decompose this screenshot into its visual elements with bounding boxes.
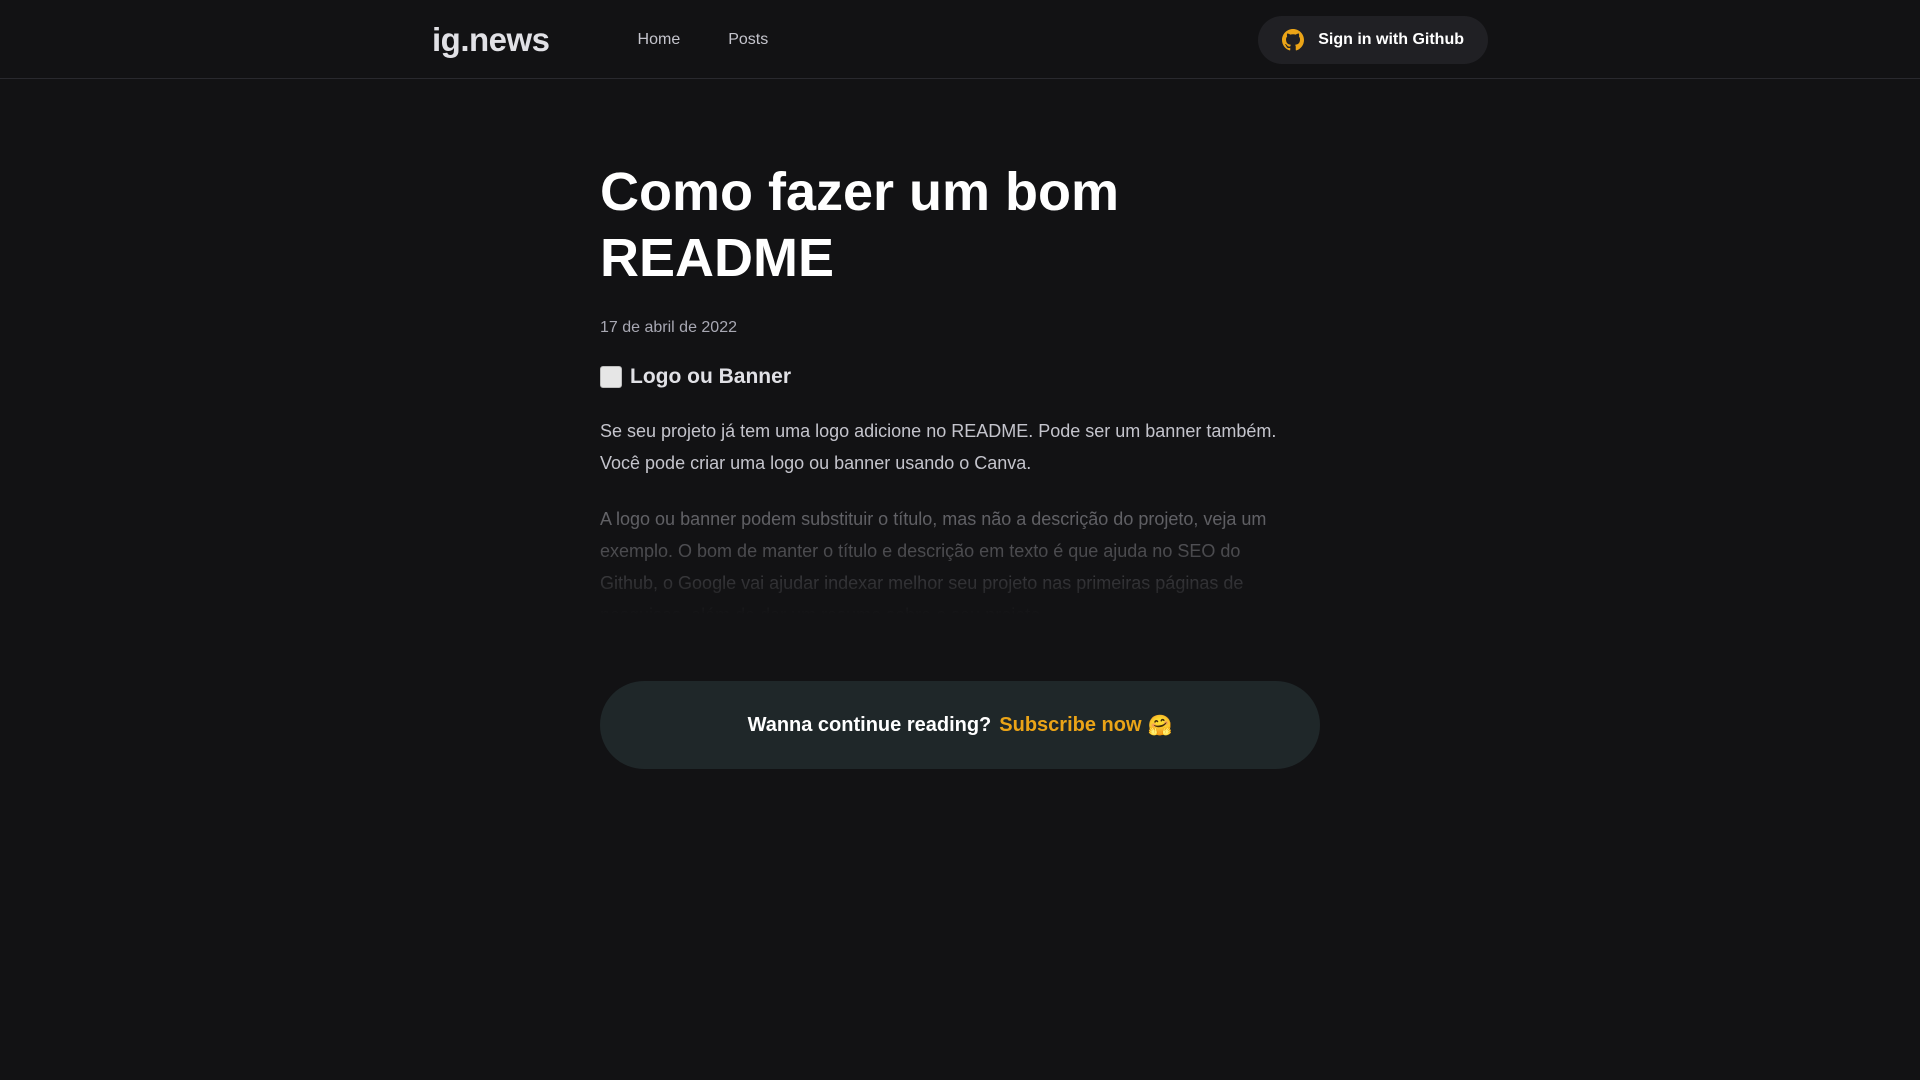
white-square-icon — [600, 366, 622, 388]
nav-home[interactable]: Home — [638, 0, 681, 79]
hugging-face-emoji: 🤗 — [1147, 714, 1173, 737]
continue-reading-banner: Wanna continue reading? Subscribe now 🤗 — [600, 681, 1320, 769]
section-heading: Logo ou Banner — [600, 365, 1320, 389]
post-paragraph-2-preview: A logo ou banner podem substituir o títu… — [600, 509, 1267, 615]
logo[interactable]: ig.news — [432, 21, 550, 59]
header-container: ig.news Home Posts Sign in with Github — [432, 0, 1488, 79]
subscribe-now-link[interactable]: Subscribe now — [999, 714, 1141, 737]
main-nav: Home Posts — [638, 0, 817, 79]
post-paragraph-1: Se seu projeto já tem uma logo adicione … — [600, 421, 1277, 473]
post-title: Como fazer um bom README — [600, 162, 1120, 288]
nav-posts[interactable]: Posts — [728, 0, 768, 79]
section-heading-text: Logo ou Banner — [630, 365, 791, 388]
github-icon — [1282, 29, 1305, 51]
sign-in-github-button[interactable]: Sign in with Github — [1258, 16, 1488, 64]
post-content: Como fazer um bom README 17 de abril de … — [600, 79, 1320, 769]
sign-in-label: Sign in with Github — [1318, 31, 1464, 48]
header: ig.news Home Posts Sign in with Github — [0, 0, 1920, 79]
continue-reading-text: Wanna continue reading? — [747, 713, 992, 736]
post-date: 17 de abril de 2022 — [600, 319, 737, 336]
